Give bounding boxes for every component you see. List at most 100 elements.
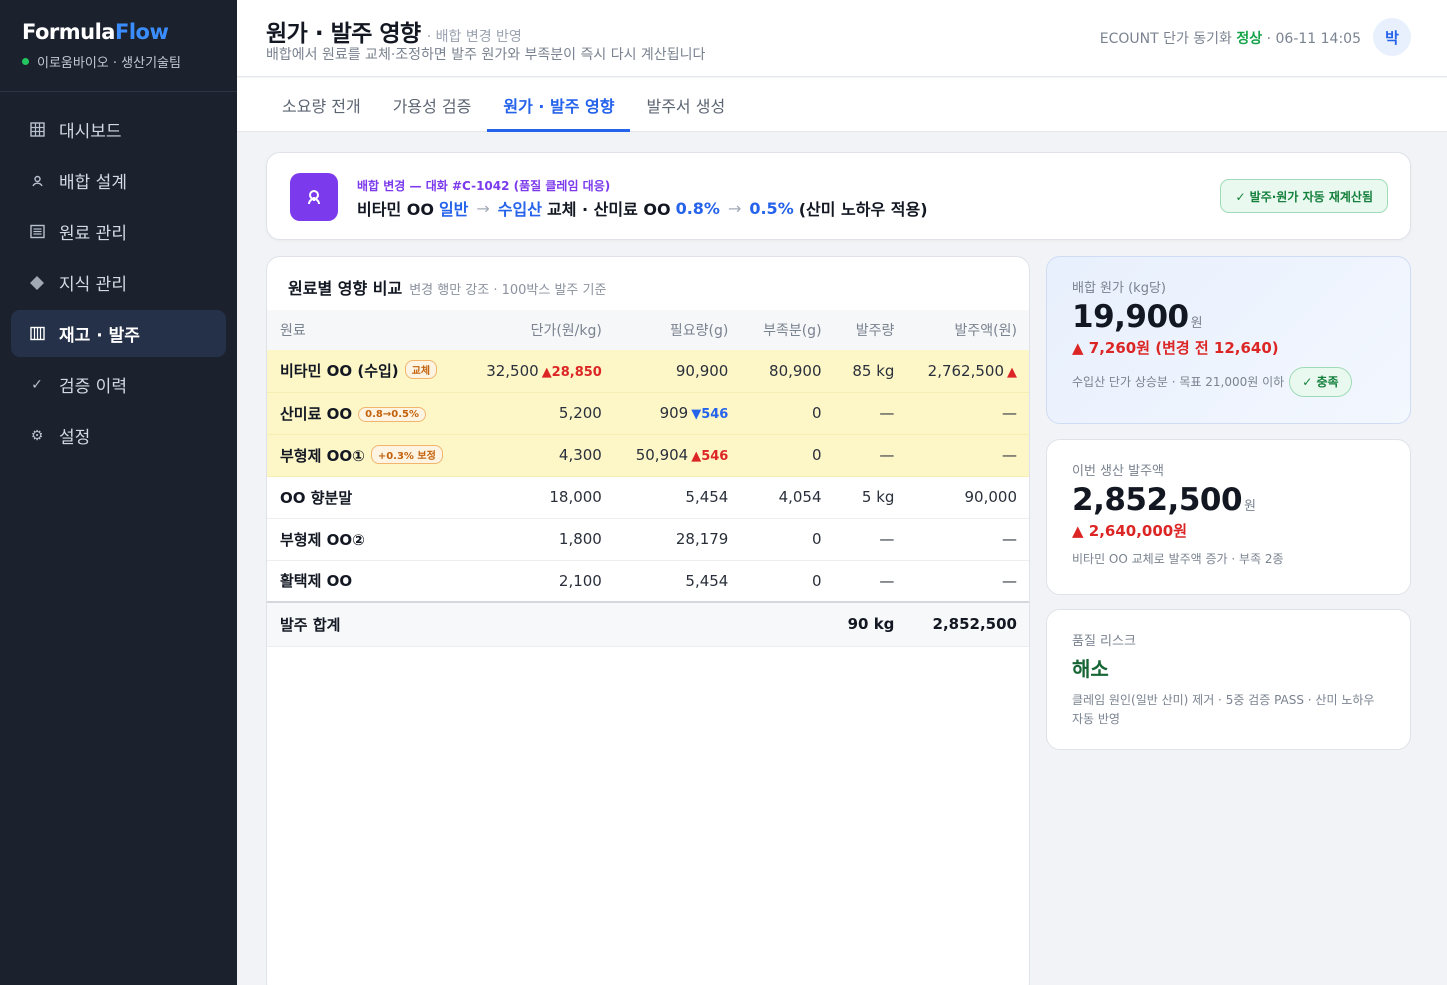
cell-need: 5,454	[613, 476, 741, 519]
cell-order: —	[833, 518, 907, 561]
table-subtitle: 변경 행만 강조 · 100박스 발주 기준	[409, 283, 607, 298]
cell-short: 0	[740, 518, 834, 561]
gear-icon: ⚙	[30, 427, 44, 444]
tab-purchase-order[interactable]: 발주서 생성	[630, 78, 741, 132]
cell-material: 산미료 OO 0.8→0.5%	[267, 392, 455, 435]
tab-availability[interactable]: 가용성 검증	[377, 78, 488, 132]
sidebar-item-label: 검증 이력	[59, 377, 127, 397]
diamond-icon	[29, 275, 45, 291]
sync-label: ECOUNT 단가 동기화	[1099, 31, 1232, 47]
sync-ok: 정상	[1236, 31, 1263, 47]
tab-requirements[interactable]: 소요량 전개	[266, 78, 377, 132]
order-label: 이번 생산 발주액	[1072, 464, 1164, 479]
cell-amount: —	[906, 518, 1029, 561]
material-name: 비타민 OO (수입)	[280, 362, 399, 381]
sync-status: ECOUNT 단가 동기화 정상 · 06-11 14:05	[1100, 28, 1361, 48]
quality-risk-card: 품질 리스크 해소 클레임 원인(일반 산미) 제거 · 5중 검증 PASS …	[1046, 609, 1411, 750]
cost-delta: ▲ 7,260원 (변경 전 12,640)	[1072, 339, 1279, 357]
cost-card: 배합 원가 (kg당) 19,900 원 ▲ 7,260원 (변경 전 12,64…	[1046, 256, 1411, 424]
order-delta: ▲ 2,640,000원	[1072, 522, 1188, 540]
order-note: 비타민 OO 교체로 발주액 증가 · 부족 2종	[1072, 552, 1284, 566]
page-description: 배합에서 원료를 교체·조정하면 발주 원가와 부족분이 즉시 다시 계산됩니다	[266, 47, 706, 63]
cell-short: 80,900	[740, 350, 834, 393]
table-title: 원료별 영향 비교	[288, 279, 403, 298]
change-tag: 배합 변경 — 대화 #C-1042 (품질 클레임 대응)	[357, 179, 611, 193]
order-value: 2,852,500	[1072, 482, 1243, 518]
sidebar-item-settings[interactable]: ⚙ 설정	[11, 412, 226, 459]
page-header: 원가 · 발주 영향 · 배합 변경 반영 배합에서 원료를 교체·조정하면 발…	[237, 0, 1447, 77]
brand-accent: Flow	[114, 20, 169, 44]
list-icon	[29, 224, 45, 239]
sidebar-item-inventory[interactable]: 재고 · 발주	[11, 310, 226, 357]
change-material: 비타민 OO	[357, 200, 434, 219]
cell-need: 90,900	[613, 350, 741, 393]
title-row: 원가 · 발주 영향 · 배합 변경 반영	[266, 14, 522, 48]
amount-value: 2,762,500	[927, 361, 1004, 380]
avatar[interactable]: 박	[1373, 18, 1411, 56]
sidebar-nav: 대시보드 배합 설계 원료 관리 지식 관리 재고 · 발주 ✓ 검증 이력 ⚙…	[0, 92, 237, 459]
brand-logo[interactable]: FormulaFlow	[22, 20, 215, 44]
change-to: 수입산	[497, 200, 542, 219]
total-label: 발주 합계	[267, 601, 455, 647]
change-badge: 0.8→0.5%	[358, 406, 426, 422]
cell-need: 28,179	[613, 518, 741, 561]
col-header[interactable]: 원료	[267, 310, 455, 350]
cell-amount: —	[906, 434, 1029, 477]
sidebar-item-label: 지식 관리	[59, 275, 127, 295]
change-banner: 배합 변경 — 대화 #C-1042 (품질 클레임 대응) 비타민 OO 일반…	[266, 152, 1411, 240]
cell-short: 0	[740, 434, 834, 477]
cell-material: 부형제 OO① +0.3% 보정	[267, 434, 455, 477]
table-row[interactable]: 산미료 OO 0.8→0.5% 5,200 909 ▼546 0 — —	[267, 392, 1029, 435]
cost-value: 19,900	[1072, 299, 1189, 335]
sidebar: FormulaFlow 이로움바이오 · 생산기술팀 대시보드 배합 설계 원료…	[0, 0, 237, 985]
sidebar-item-label: 설정	[59, 428, 91, 448]
impact-table: 원료 단가(원/kg) 필요량(g) 부족분(g) 발주량 발주액(원) 비타민…	[267, 310, 1029, 647]
cell-price: 18,000	[454, 476, 614, 519]
cell-short: 0	[740, 560, 834, 603]
sidebar-item-dashboard[interactable]: 대시보드	[11, 106, 226, 153]
cell-material: 비타민 OO (수입) 교체	[267, 350, 455, 393]
table-row[interactable]: 활택제 OO 2,100 5,454 0 — —	[267, 560, 1029, 603]
cell-order: —	[833, 560, 907, 603]
need-delta: ▼546	[691, 407, 729, 422]
change-badge: 교체	[404, 360, 438, 380]
sidebar-item-formula[interactable]: 배합 설계	[11, 157, 226, 204]
table-row[interactable]: 비타민 OO (수입) 교체 32,500 ▲28,850 90,900 80,90…	[267, 350, 1029, 393]
sidebar-item-label: 대시보드	[59, 122, 122, 142]
col-header[interactable]: 발주량	[834, 310, 907, 350]
risk-label: 품질 리스크	[1072, 634, 1136, 649]
cell-price: 5,200	[454, 392, 614, 435]
table-row[interactable]: OO 향분말 18,000 5,454 4,054 5 kg 90,000	[267, 476, 1029, 519]
flask-icon	[290, 173, 338, 221]
target-met-badge: ✓ 충족	[1289, 367, 1352, 397]
cell-need: 50,904 ▲546	[613, 434, 741, 477]
cell-material: OO 향분말	[267, 476, 455, 519]
col-header[interactable]: 단가(원/kg)	[455, 310, 614, 350]
change-ratio-from: 0.8%	[675, 198, 720, 218]
cost-value-row: 19,900 원	[1072, 299, 1385, 335]
table-row[interactable]: 부형제 OO② 1,800 28,179 0 — —	[267, 518, 1029, 561]
change-summary: 비타민 OO 일반 → 수입산 교체 · 산미료 OO 0.8% → 0.5% …	[357, 196, 928, 220]
col-header[interactable]: 필요량(g)	[614, 310, 741, 350]
sync-time: · 06-11 14:05	[1266, 31, 1361, 47]
cell-price: 4,300	[454, 434, 614, 477]
col-header[interactable]: 부족분(g)	[740, 310, 833, 350]
order-unit: 원	[1244, 499, 1256, 514]
material-name: 부형제 OO①	[280, 446, 365, 465]
change-ratio-to: 0.5%	[749, 198, 794, 218]
sidebar-item-materials[interactable]: 원료 관리	[11, 208, 226, 255]
table-row[interactable]: 부형제 OO① +0.3% 보정 4,300 50,904 ▲546 0 — —	[267, 434, 1029, 477]
total-amount: 2,852,500	[906, 601, 1029, 647]
sidebar-item-verification[interactable]: ✓ 검증 이력	[11, 361, 226, 408]
cell-order: —	[833, 392, 907, 435]
arrow-right-icon: →	[476, 198, 490, 218]
brand-main: Formula	[22, 20, 115, 44]
org-name: 이로움바이오 · 생산기술팀	[37, 56, 181, 71]
cell-order: —	[833, 434, 907, 477]
tab-cost-impact[interactable]: 원가 · 발주 영향	[487, 78, 631, 132]
sidebar-item-knowledge[interactable]: 지식 관리	[11, 259, 226, 306]
total-empty	[740, 601, 834, 647]
need-delta: ▲546	[691, 449, 729, 464]
cell-amount: 90,000	[906, 476, 1029, 519]
col-header[interactable]: 발주액(원)	[906, 310, 1029, 350]
